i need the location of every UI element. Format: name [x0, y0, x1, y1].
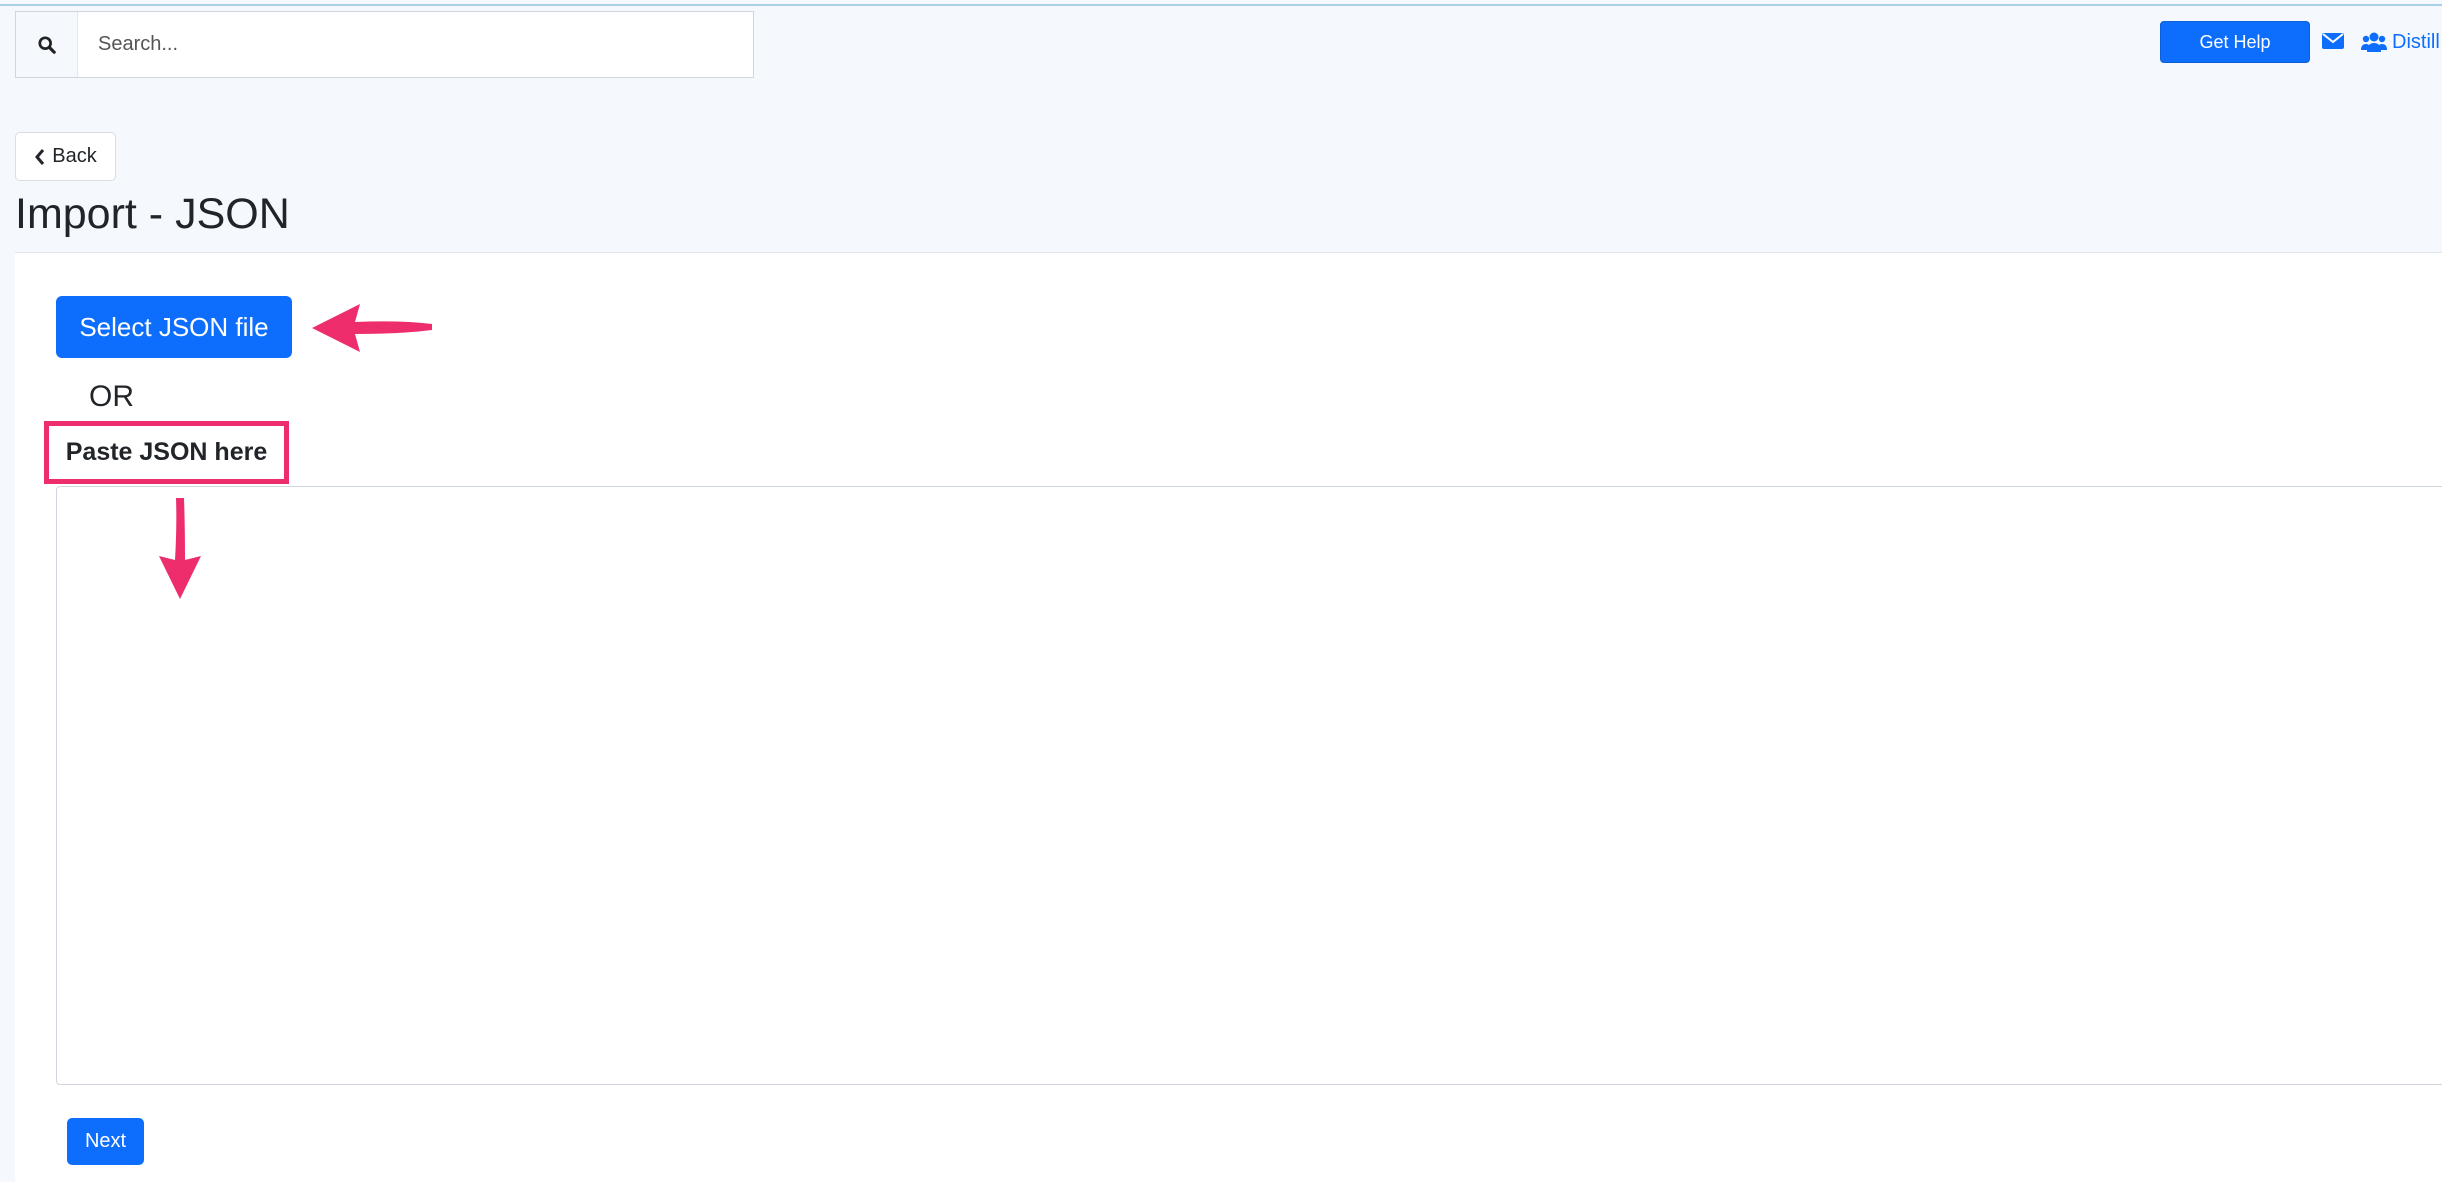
chevron-left-icon [35, 148, 45, 165]
users-icon [2361, 32, 2387, 52]
json-textarea[interactable] [56, 486, 2442, 1085]
paste-json-label: Paste JSON here [44, 421, 289, 484]
next-button[interactable]: Next [67, 1118, 144, 1165]
or-separator: OR [89, 380, 134, 413]
back-button[interactable]: Back [15, 132, 116, 181]
top-border [0, 0, 2442, 6]
select-json-file-button[interactable]: Select JSON file [56, 296, 292, 358]
back-button-label: Back [52, 145, 97, 167]
team-link-label: Distill [2392, 30, 2440, 53]
annotation-arrow-down-icon [159, 498, 201, 599]
search-icon [37, 35, 56, 54]
search-input[interactable] [78, 12, 753, 77]
envelope-icon[interactable] [2322, 32, 2344, 50]
get-help-button[interactable]: Get Help [2160, 21, 2310, 63]
search-bar [15, 11, 754, 78]
team-link[interactable]: Distill [2361, 28, 2440, 56]
annotation-arrow-left-icon [312, 304, 432, 352]
search-button[interactable] [16, 12, 78, 77]
page-title: Import - JSON [15, 190, 290, 238]
